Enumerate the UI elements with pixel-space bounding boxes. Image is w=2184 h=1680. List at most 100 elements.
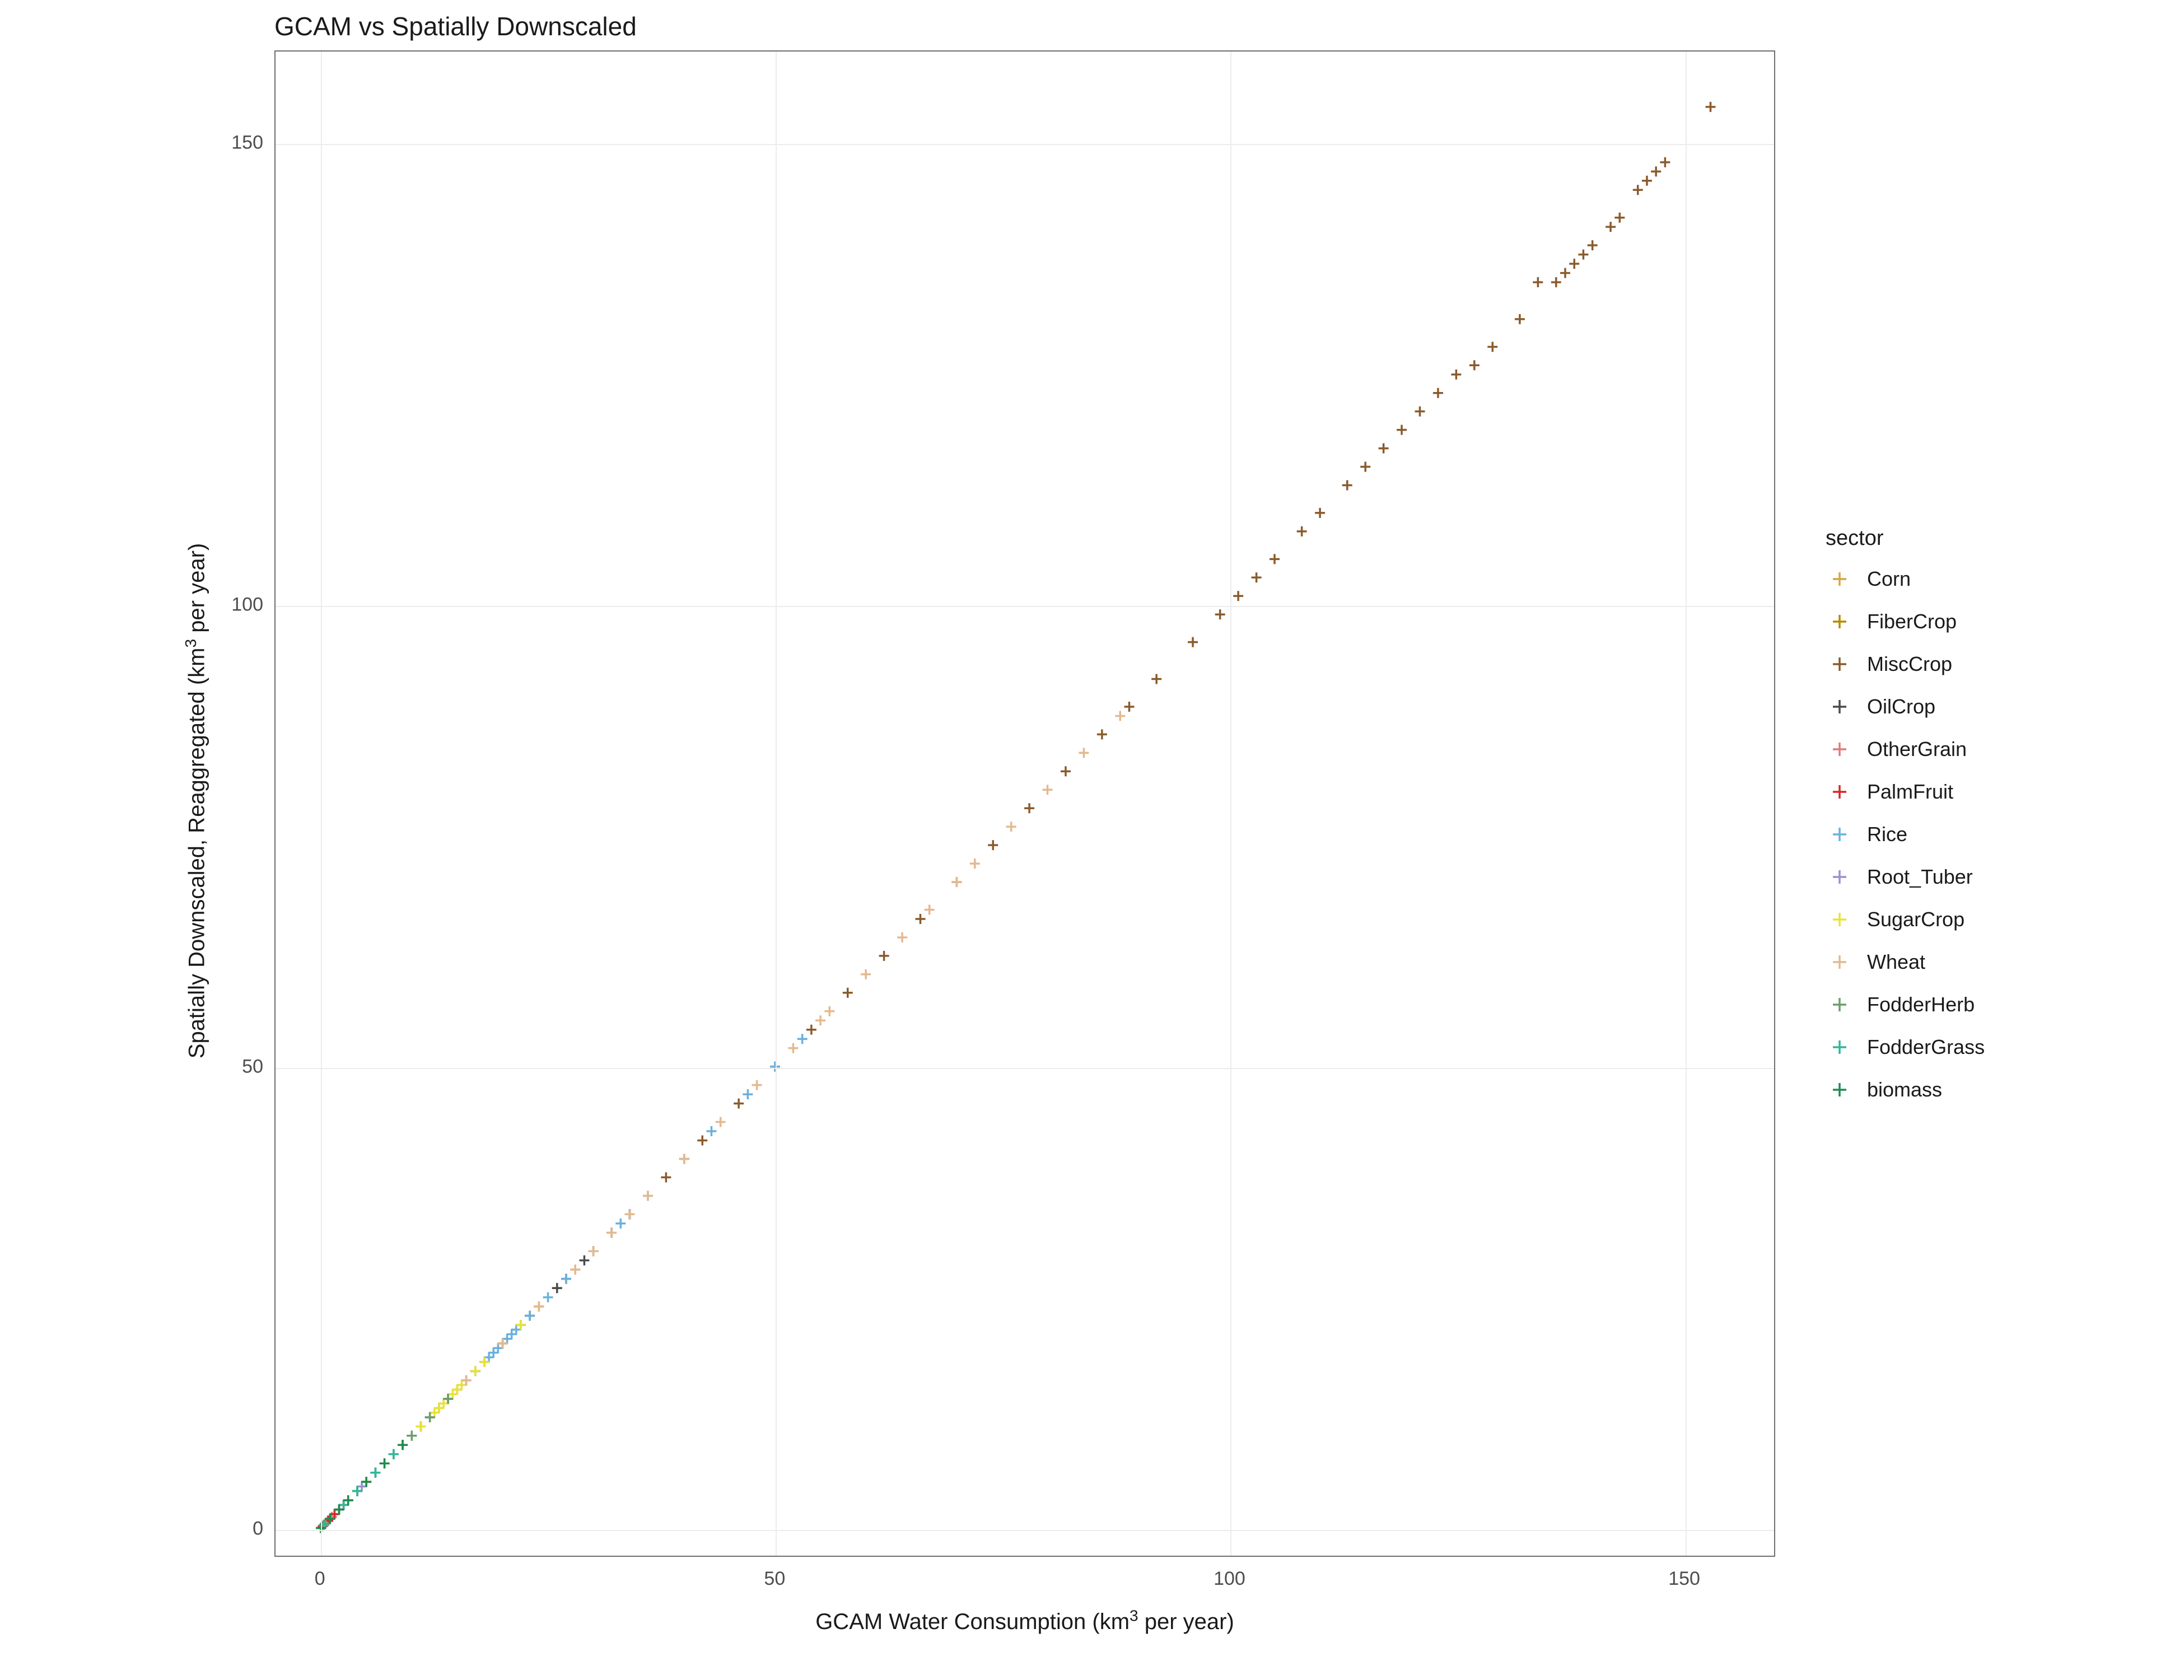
data-point-marker [1833,1040,1846,1054]
data-point-marker [1833,700,1846,713]
legend-item: MiscCrop [1826,650,1985,678]
data-point-marker [916,914,926,924]
data-point-marker [1833,743,1846,756]
data-point-marker [1642,176,1652,186]
legend-key-icon [1826,906,1854,934]
legend-key-icon [1826,565,1854,593]
data-point-marker [1379,444,1389,454]
data-point-marker [561,1274,571,1284]
data-point-marker [897,932,907,942]
data-point-marker [1606,222,1616,232]
data-point-marker [370,1468,380,1478]
x-tick-label: 50 [764,1568,785,1590]
data-point-marker [806,1025,816,1035]
legend-item: OtherGrain [1826,735,1985,763]
data-point-marker [334,1505,344,1515]
y-axis-label-text: Spatially Downscaled, Reaggregated (km3 … [185,543,209,1058]
data-point-marker [1124,702,1135,712]
data-point-marker [734,1099,744,1109]
data-point-marker [1252,572,1262,582]
legend-label: FodderHerb [1867,993,1975,1016]
data-point-marker [1342,480,1352,491]
data-point-marker [389,1449,399,1459]
data-point-marker [697,1135,707,1145]
data-point-marker [425,1412,435,1422]
data-point-marker [988,840,998,850]
data-point-marker [815,1015,825,1025]
data-point-marker [452,1384,462,1394]
data-point-marker [879,951,889,961]
data-point-marker [770,1062,780,1072]
data-point-marker [493,1343,503,1353]
data-point-marker [357,1481,367,1491]
plot-panel [274,50,1775,1557]
data-point-marker [479,1357,489,1367]
legend-key-icon [1826,608,1854,636]
data-point-marker [430,1408,440,1418]
data-point-marker [1451,370,1461,380]
y-tick-label: 0 [185,1518,263,1540]
points-layer [276,52,1774,1556]
data-point-marker [1315,508,1325,518]
legend-key-icon [1826,1076,1854,1104]
chart-figure: GCAM vs Spatially Downscaled GCAM Water … [0,0,2184,1680]
data-point-marker [434,1403,444,1413]
x-tick-label: 0 [315,1568,325,1590]
legend-label: FiberCrop [1867,610,1957,633]
gridline-v [1230,52,1231,1556]
gridline-h [276,606,1774,607]
data-point-marker [752,1080,762,1090]
x-axis-label-text: GCAM Water Consumption (km3 per year) [815,1609,1234,1634]
legend-key-icon [1826,863,1854,891]
chart-title: GCAM vs Spatially Downscaled [274,11,637,41]
data-point-marker [1115,711,1125,721]
data-point-marker [743,1089,753,1099]
data-point-marker [525,1311,535,1321]
data-point-marker [1833,828,1846,841]
legend-label: Rice [1867,823,1907,846]
legend-key-icon [1826,820,1854,848]
data-point-marker [625,1209,635,1219]
data-point-marker [516,1320,526,1330]
data-point-marker [552,1283,562,1293]
legend-key-icon [1826,735,1854,763]
data-point-marker [502,1334,512,1344]
legend-item: PalmFruit [1826,778,1985,806]
data-point-marker [534,1301,544,1312]
data-point-marker [788,1043,798,1053]
data-point-marker [1833,1083,1846,1096]
data-point-marker [1097,729,1107,739]
data-point-marker [951,877,962,887]
legend-label: OilCrop [1867,695,1935,718]
data-point-marker [339,1500,349,1510]
legend-item: Root_Tuber [1826,863,1985,891]
y-tick-label: 50 [185,1056,263,1078]
data-point-marker [1614,213,1625,223]
gridline-v [321,52,322,1556]
data-point-marker [1833,657,1846,671]
data-point-marker [484,1352,494,1362]
data-point-marker [1469,360,1480,370]
data-point-marker [438,1398,449,1408]
legend-label: FodderGrass [1867,1035,1985,1059]
data-point-marker [407,1431,417,1441]
gridline-h [276,1068,1774,1069]
data-point-marker [1487,342,1497,352]
data-point-marker [716,1117,726,1127]
legend-label: Corn [1867,567,1911,591]
legend-label: Root_Tuber [1867,865,1973,889]
data-point-marker [1833,955,1846,969]
data-point-marker [843,988,853,998]
data-point-marker [1651,166,1661,176]
data-point-marker [1270,554,1280,564]
data-point-marker [1006,822,1016,832]
data-point-marker [325,1514,335,1524]
data-point-marker [511,1324,521,1334]
gridline-h [276,144,1774,145]
data-point-marker [1633,185,1643,195]
data-point-marker [1833,870,1846,884]
data-point-marker [1433,388,1443,398]
legend-item: Corn [1826,565,1985,593]
legend-label: SugarCrop [1867,908,1964,931]
data-point-marker [1833,998,1846,1011]
